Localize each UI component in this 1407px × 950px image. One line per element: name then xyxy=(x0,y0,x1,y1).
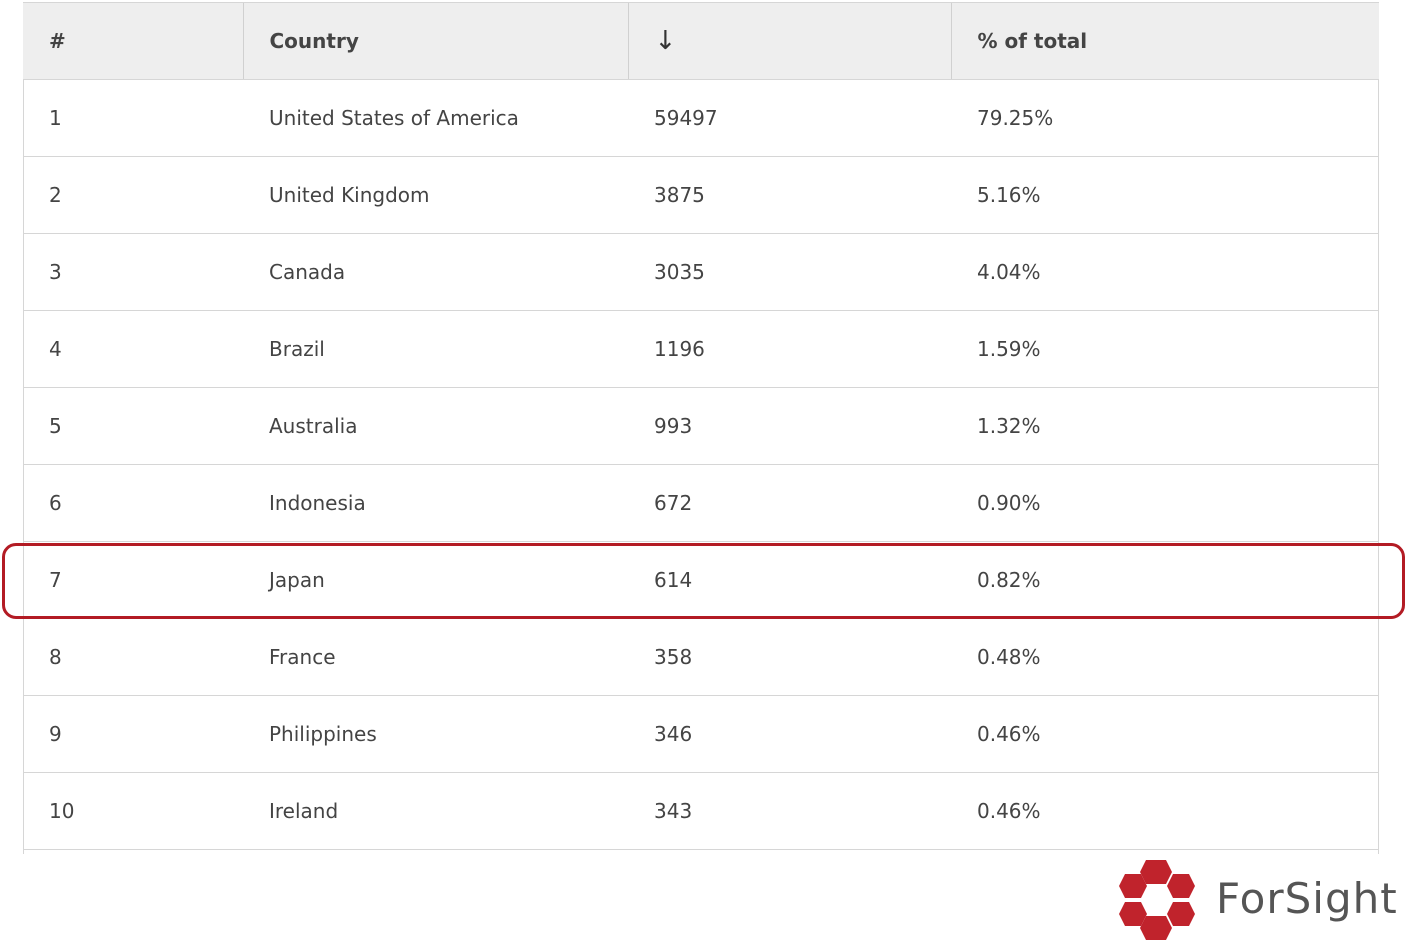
table-row: 6 Indonesia 672 0.90% xyxy=(23,464,1379,542)
cell-country: Japan xyxy=(243,541,628,619)
table-row: 9 Philippines 346 0.46% xyxy=(23,695,1379,773)
cell-rank: 6 xyxy=(23,464,243,542)
table-row: 10 Ireland 343 0.46% xyxy=(23,772,1379,850)
cell-rank: 2 xyxy=(23,156,243,234)
country-table-container: # Country ↓ % of total 1 United States o… xyxy=(23,2,1379,854)
sort-descending-icon[interactable]: ↓ xyxy=(655,26,677,56)
cell-rank: 10 xyxy=(23,772,243,850)
cell-rank: 1 xyxy=(23,79,243,157)
header-percent[interactable]: % of total xyxy=(950,2,1379,80)
table-header-row: # Country ↓ % of total xyxy=(23,2,1379,80)
cell-rank: 3 xyxy=(23,233,243,311)
cell-country: United Kingdom xyxy=(243,156,628,234)
logo-text: ForSight xyxy=(1216,874,1398,923)
table-row: 4 Brazil 1196 1.59% xyxy=(23,310,1379,388)
cell-value: 993 xyxy=(628,387,951,465)
cell-country: Philippines xyxy=(243,695,628,773)
table-row: 3 Canada 3035 4.04% xyxy=(23,233,1379,311)
cell-rank: 9 xyxy=(23,695,243,773)
cell-percent: 1.32% xyxy=(951,387,1379,465)
cell-percent: 0.48% xyxy=(951,618,1379,696)
cell-value: 3035 xyxy=(628,233,951,311)
cell-percent: 79.25% xyxy=(951,79,1379,157)
cell-percent: 0.46% xyxy=(951,772,1379,850)
cell-percent: 5.16% xyxy=(951,156,1379,234)
cell-country: United States of America xyxy=(243,79,628,157)
cell-value: 3875 xyxy=(628,156,951,234)
cell-country: Brazil xyxy=(243,310,628,388)
cell-percent: 0.82% xyxy=(951,541,1379,619)
cell-value: 358 xyxy=(628,618,951,696)
country-table: # Country ↓ % of total 1 United States o… xyxy=(23,2,1379,850)
cell-rank: 4 xyxy=(23,310,243,388)
table-row: 8 France 358 0.48% xyxy=(23,618,1379,696)
cell-percent: 0.46% xyxy=(951,695,1379,773)
cell-rank: 8 xyxy=(23,618,243,696)
cell-percent: 1.59% xyxy=(951,310,1379,388)
table-row: 5 Australia 993 1.32% xyxy=(23,387,1379,465)
header-rank[interactable]: # xyxy=(23,2,243,80)
cell-rank: 7 xyxy=(23,541,243,619)
forsight-logo: ForSight xyxy=(1116,858,1401,946)
table-row-highlighted: 7 Japan 614 0.82% xyxy=(23,541,1379,619)
cell-country: France xyxy=(243,618,628,696)
table-row: 1 United States of America 59497 79.25% xyxy=(23,79,1379,157)
cell-country: Australia xyxy=(243,387,628,465)
cell-percent: 4.04% xyxy=(951,233,1379,311)
cell-country: Indonesia xyxy=(243,464,628,542)
cell-value: 59497 xyxy=(628,79,951,157)
cell-value: 346 xyxy=(628,695,951,773)
hexagon-cluster-icon xyxy=(1119,860,1195,940)
cell-value: 343 xyxy=(628,772,951,850)
table-row: 2 United Kingdom 3875 5.16% xyxy=(23,156,1379,234)
cell-rank: 5 xyxy=(23,387,243,465)
cell-country: Canada xyxy=(243,233,628,311)
cell-country: Ireland xyxy=(243,772,628,850)
cell-value: 614 xyxy=(628,541,951,619)
cell-value: 672 xyxy=(628,464,951,542)
header-country[interactable]: Country xyxy=(242,2,628,80)
header-value-sort[interactable]: ↓ xyxy=(627,2,951,80)
cell-value: 1196 xyxy=(628,310,951,388)
cell-percent: 0.90% xyxy=(951,464,1379,542)
